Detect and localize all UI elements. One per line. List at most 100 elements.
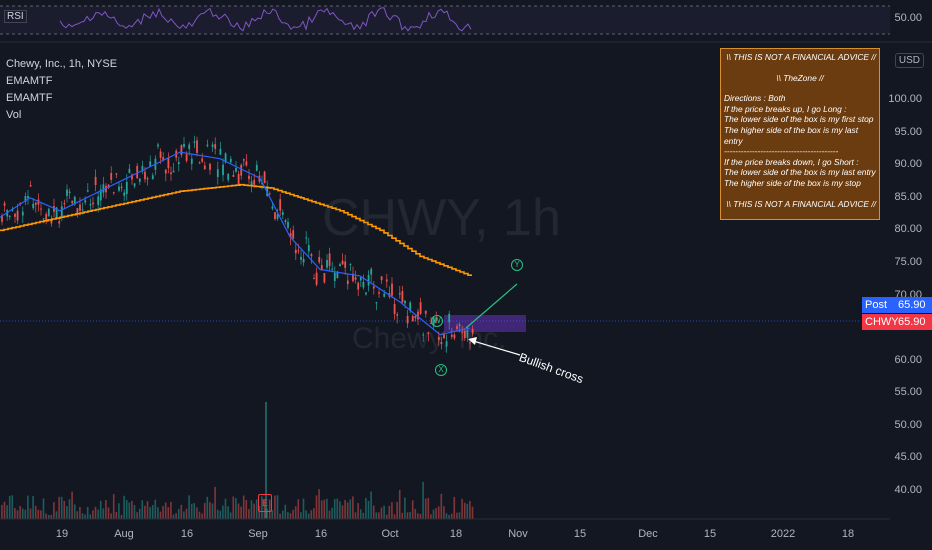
time-tick: 15 <box>703 528 717 540</box>
candle-body <box>216 169 219 177</box>
candle-body <box>281 212 284 215</box>
earnings-badge[interactable]: E <box>258 494 272 512</box>
candle-body <box>227 173 230 180</box>
volume-bar <box>287 512 289 519</box>
candle-body <box>248 175 250 180</box>
wave-x-label[interactable]: X <box>435 364 447 376</box>
candle-body <box>313 278 315 280</box>
volume-bar <box>396 501 398 519</box>
legend-ind3[interactable]: Vol <box>6 107 117 124</box>
time-tick: 2022 <box>770 528 796 540</box>
candle-body <box>128 168 131 173</box>
legend-ind1[interactable]: EMAMTF <box>6 73 117 90</box>
candle-body <box>180 145 183 155</box>
candle-body <box>89 204 92 206</box>
wave-w-label[interactable]: W <box>431 315 443 327</box>
volume-bar <box>110 513 112 519</box>
volume-bar <box>118 503 120 519</box>
candle-body <box>245 161 248 166</box>
candle-body <box>237 173 240 185</box>
volume-bar <box>84 514 86 519</box>
candle-body <box>414 315 417 319</box>
volume-bar <box>391 502 393 519</box>
volume-bar <box>27 495 29 519</box>
volume-bar <box>414 509 417 519</box>
price-tick: 90.00 <box>894 158 922 171</box>
legend-symbol[interactable]: Chewy, Inc., 1h, NYSE <box>6 56 117 73</box>
volume-bar <box>203 502 206 519</box>
volume-bar <box>3 501 6 519</box>
volume-bar <box>422 481 424 519</box>
candle-body <box>66 189 68 196</box>
candle-body <box>149 161 152 167</box>
volume-bar <box>354 512 357 519</box>
candle-body <box>419 302 422 314</box>
volume-bar <box>437 506 440 519</box>
note-line11: \\ THIS IS NOT A FINANCIAL ADVICE // <box>726 198 876 209</box>
volume-bar <box>362 512 365 519</box>
note-line6: The higher side of the box is my last en… <box>724 124 859 146</box>
volume-bar <box>417 513 419 519</box>
volume-bar <box>37 509 40 519</box>
candle-body <box>229 158 232 163</box>
volume-bar <box>294 506 297 519</box>
volume-bar <box>6 505 8 519</box>
price-tick: 95.00 <box>894 125 922 138</box>
volume-bar <box>34 505 37 519</box>
volume-bar <box>222 505 224 519</box>
volume-bar <box>11 495 14 519</box>
volume-bar <box>123 495 125 519</box>
volume-bar <box>279 513 281 519</box>
candle-body <box>58 221 61 224</box>
candle-body <box>318 256 321 263</box>
candle-body <box>118 186 120 191</box>
candle-body <box>372 286 375 289</box>
rsi-pane <box>0 0 890 42</box>
currency-button[interactable]: USD <box>894 53 924 68</box>
volume-bar <box>162 506 164 519</box>
legend-ind2[interactable]: EMAMTF <box>6 90 117 107</box>
volume-bar <box>157 507 159 519</box>
candle-body <box>214 144 217 149</box>
volume-bar <box>469 500 471 519</box>
volume-bar <box>404 497 406 519</box>
volume-bar <box>125 499 128 519</box>
candle-body <box>8 215 11 217</box>
candle-body <box>315 272 318 285</box>
volume-bar <box>149 507 151 519</box>
volume-bar <box>450 513 453 519</box>
candle-body <box>367 274 370 286</box>
candle-body <box>294 249 297 254</box>
volume-bar <box>443 506 445 519</box>
candle-body <box>16 210 19 221</box>
candle-body <box>102 184 105 193</box>
volume-bar <box>276 495 279 519</box>
volume-bar <box>219 510 222 519</box>
trade-note[interactable]: \\ THIS IS NOT A FINANCIAL ADVICE // \\ … <box>720 48 880 220</box>
volume-bar <box>209 501 211 519</box>
candle-body <box>79 204 81 211</box>
volume-bar <box>71 491 73 519</box>
candle-body <box>110 173 113 180</box>
volume-bar <box>55 511 58 519</box>
candle-body <box>357 282 360 290</box>
price-tick: 50.00 <box>894 418 922 431</box>
volume-bar <box>211 503 214 519</box>
volume-bar <box>409 511 411 519</box>
candle-body <box>302 259 305 263</box>
volume-bar <box>307 513 310 519</box>
volume-bar <box>120 514 123 519</box>
candle-body <box>112 192 115 194</box>
rsi-label[interactable]: RSI <box>4 10 27 23</box>
volume-bar <box>250 500 253 519</box>
volume-bar <box>326 498 328 519</box>
volume-bar <box>240 506 242 519</box>
candle-body <box>346 280 349 285</box>
volume-bar <box>253 503 255 519</box>
wave-y-label[interactable]: Y <box>511 259 523 271</box>
volume-bar <box>19 505 21 519</box>
volume-bar <box>190 503 193 519</box>
volume-bar <box>339 501 341 519</box>
note-line5: The lower side of the box is my first st… <box>724 114 874 125</box>
candle-body <box>136 165 139 179</box>
